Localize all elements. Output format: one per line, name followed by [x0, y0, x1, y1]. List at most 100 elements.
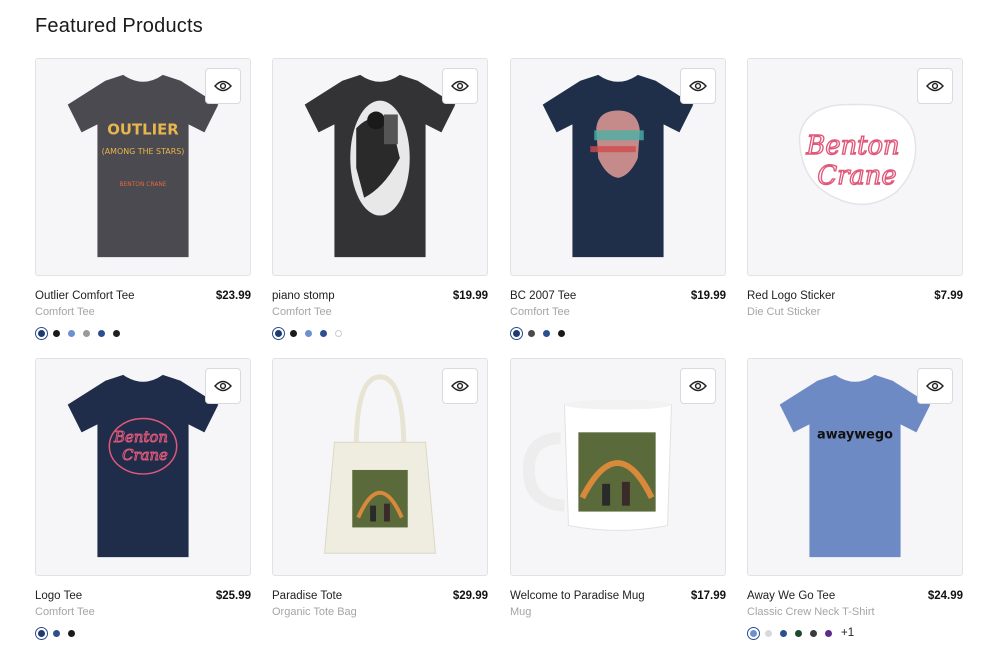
color-swatch[interactable]	[35, 326, 48, 340]
color-swatch-dot	[68, 329, 75, 337]
quickview-button[interactable]	[205, 368, 241, 404]
quickview-button[interactable]	[442, 68, 478, 104]
eye-icon	[214, 80, 232, 92]
svg-text:Benton: Benton	[805, 131, 899, 161]
color-swatch-dot	[83, 329, 90, 337]
product-title[interactable]: Welcome to Paradise Mug	[510, 590, 645, 602]
product-title[interactable]: Paradise Tote	[272, 590, 342, 602]
color-swatch[interactable]	[540, 327, 553, 340]
color-swatches	[35, 626, 251, 640]
svg-text:BENTON CRANE: BENTON CRANE	[119, 181, 166, 188]
color-swatch-dot	[113, 329, 120, 337]
color-swatches	[272, 326, 488, 340]
color-swatch[interactable]	[110, 327, 123, 340]
color-swatch-dot	[810, 629, 817, 637]
eye-icon	[451, 380, 469, 392]
product-card[interactable]: Benton Crane Red Logo Sticker $7.99 Die …	[747, 58, 963, 318]
color-swatch-dot	[528, 329, 535, 337]
product-image[interactable]	[272, 58, 488, 276]
color-swatch[interactable]	[50, 627, 63, 640]
color-swatch[interactable]	[302, 327, 315, 340]
product-price: $24.99	[927, 590, 963, 602]
product-card[interactable]: Benton Crane Logo Tee $25.99 Comfort Tee	[35, 358, 251, 640]
color-swatches	[35, 326, 251, 340]
color-swatch[interactable]	[822, 627, 835, 640]
color-swatches	[510, 326, 726, 340]
product-type: Die Cut Sticker	[747, 306, 821, 318]
color-swatch-dot	[780, 629, 787, 637]
color-swatch-dot	[38, 329, 45, 337]
color-swatch[interactable]	[762, 627, 775, 640]
color-swatch[interactable]	[287, 327, 300, 340]
color-swatch[interactable]	[332, 327, 345, 340]
product-card[interactable]: BC 2007 Tee $19.99 Comfort Tee	[510, 58, 726, 340]
quickview-button[interactable]	[442, 368, 478, 404]
product-image[interactable]	[272, 358, 488, 576]
color-swatch-dot	[750, 629, 757, 637]
eye-icon	[926, 80, 944, 92]
color-swatch[interactable]	[510, 326, 523, 340]
svg-text:Benton: Benton	[113, 428, 168, 446]
product-type: Comfort Tee	[272, 306, 332, 318]
color-swatch-dot	[68, 629, 75, 637]
product-title[interactable]: Away We Go Tee	[747, 590, 835, 602]
color-swatch[interactable]	[65, 327, 78, 340]
product-price: $19.99	[690, 290, 726, 302]
color-swatch-dot	[305, 329, 312, 337]
color-swatch[interactable]	[555, 327, 568, 340]
product-type: Mug	[510, 606, 532, 618]
color-swatch[interactable]	[807, 627, 820, 640]
color-swatch[interactable]	[65, 627, 78, 640]
color-swatch-dot	[98, 329, 105, 337]
product-type: Comfort Tee	[35, 606, 95, 618]
color-swatch-dot	[53, 629, 60, 637]
more-colors-count[interactable]: +1	[841, 627, 854, 639]
color-swatch[interactable]	[792, 627, 805, 640]
product-card[interactable]: OUTLIER (AMONG THE STARS) BENTON CRANE O…	[35, 58, 251, 340]
color-swatch-dot	[290, 329, 297, 337]
product-image[interactable]: awaywego	[747, 358, 963, 576]
product-title[interactable]: piano stomp	[272, 290, 335, 302]
eye-icon	[926, 380, 944, 392]
product-title[interactable]: BC 2007 Tee	[510, 290, 576, 302]
color-swatch[interactable]	[525, 327, 538, 340]
color-swatch[interactable]	[50, 327, 63, 340]
product-card[interactable]: Welcome to Paradise Mug $17.99 Mug	[510, 358, 726, 618]
product-price: $19.99	[452, 290, 488, 302]
product-price: $25.99	[215, 590, 251, 602]
eye-icon	[214, 380, 232, 392]
color-swatch[interactable]	[35, 626, 48, 640]
quickview-button[interactable]	[680, 68, 716, 104]
color-swatch[interactable]	[95, 327, 108, 340]
color-swatch[interactable]	[80, 327, 93, 340]
quickview-button[interactable]	[680, 368, 716, 404]
product-card[interactable]: piano stomp $19.99 Comfort Tee	[272, 58, 488, 340]
color-swatch[interactable]	[777, 627, 790, 640]
product-image[interactable]: OUTLIER (AMONG THE STARS) BENTON CRANE	[35, 58, 251, 276]
quickview-button[interactable]	[917, 368, 953, 404]
product-type: Classic Crew Neck T-Shirt	[747, 606, 875, 618]
svg-text:awaywego: awaywego	[817, 427, 893, 442]
product-image[interactable]	[510, 358, 726, 576]
product-card[interactable]: awaywego Away We Go Tee $24.99 Classic C…	[747, 358, 963, 640]
section-title: Featured Products	[35, 15, 203, 37]
color-swatch[interactable]	[272, 326, 285, 340]
product-title[interactable]: Outlier Comfort Tee	[35, 290, 135, 302]
color-swatch-dot	[320, 329, 327, 337]
quickview-button[interactable]	[917, 68, 953, 104]
color-swatch-dot	[825, 629, 832, 637]
color-swatch[interactable]	[747, 626, 760, 640]
product-card[interactable]: Paradise Tote $29.99 Organic Tote Bag	[272, 358, 488, 618]
color-swatches: +1	[747, 626, 963, 640]
product-price: $7.99	[934, 290, 963, 302]
color-swatch-dot	[558, 329, 565, 337]
eye-icon	[689, 80, 707, 92]
product-image[interactable]: Benton Crane	[35, 358, 251, 576]
product-image[interactable]	[510, 58, 726, 276]
svg-text:(AMONG THE STARS): (AMONG THE STARS)	[102, 147, 185, 156]
product-title[interactable]: Red Logo Sticker	[747, 290, 835, 302]
color-swatch[interactable]	[317, 327, 330, 340]
product-title[interactable]: Logo Tee	[35, 590, 82, 602]
quickview-button[interactable]	[205, 68, 241, 104]
product-image[interactable]: Benton Crane	[747, 58, 963, 276]
